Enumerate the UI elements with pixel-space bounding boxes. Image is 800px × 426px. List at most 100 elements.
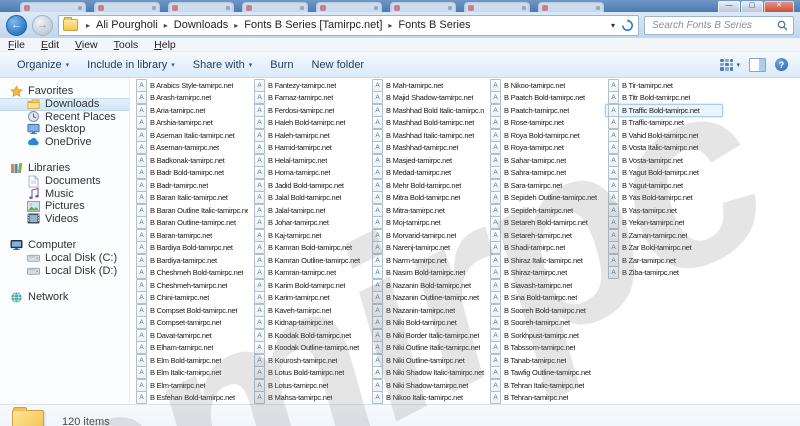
file-item[interactable]: B Aria-tamirpc.net xyxy=(133,104,251,117)
file-item[interactable]: B Yas Bold-tamirpc.net xyxy=(605,192,723,205)
file-item[interactable]: B Elm Italic-tamirpc.net xyxy=(133,367,251,380)
file-item[interactable]: B Paatch Bold-tamirpc.net xyxy=(487,92,605,105)
file-item[interactable]: B Narm-tamirpc.net xyxy=(369,254,487,267)
file-item[interactable]: B Sooreh Bold-tamirpc.net xyxy=(487,304,605,317)
file-item[interactable]: B Sahar-tamirpc.net xyxy=(487,154,605,167)
sidebar-item-pictures[interactable]: Pictures xyxy=(0,200,129,213)
file-item[interactable]: B Mah-tamirpc.net xyxy=(369,79,487,92)
file-item[interactable]: B Davat-tamirpc.net xyxy=(133,329,251,342)
file-item[interactable]: B Jalal Bold-tamirpc.net xyxy=(251,192,369,205)
file-item[interactable]: B Fantezy-tamirpc.net xyxy=(251,79,369,92)
menu-item-edit[interactable]: Edit xyxy=(41,39,59,51)
menu-item-tools[interactable]: Tools xyxy=(114,39,139,51)
file-item[interactable]: B Sorkhpust-tamirpc.net xyxy=(487,329,605,342)
file-item[interactable]: B Nazanin-tamirpc.net xyxy=(369,304,487,317)
file-item[interactable]: B Niki Outline-tamirpc.net xyxy=(369,354,487,367)
file-item[interactable]: B Yas-tamirpc.net xyxy=(605,204,723,217)
file-item[interactable]: B Helal-tamirpc.net xyxy=(251,154,369,167)
toolbar-button-organize[interactable]: Organize▾ xyxy=(8,56,78,74)
file-item[interactable]: B Sara-tamirpc.net xyxy=(487,179,605,192)
file-item[interactable]: B Tehran-tamirpc.net xyxy=(487,392,605,405)
file-item[interactable]: B Niki Shadow Italic-tamirpc.net xyxy=(369,367,487,380)
file-item[interactable]: B Roya-tamirpc.net xyxy=(487,142,605,155)
file-item[interactable]: B Roya Bold-tamirpc.net xyxy=(487,129,605,142)
file-item[interactable]: B Traffic-tamirpc.net xyxy=(605,117,723,130)
file-item[interactable]: B Arabics Style-tamirpc.net xyxy=(133,79,251,92)
file-item[interactable]: B Sahra-tamirpc.net xyxy=(487,167,605,180)
toolbar-button-new-folder[interactable]: New folder xyxy=(303,56,374,74)
sidebar-item-local-disk-d[interactable]: Local Disk (D:) xyxy=(0,265,129,278)
breadcrumb-segment[interactable]: Fonts B Series [Tamirpc.net] xyxy=(242,18,384,32)
file-item[interactable]: B Compset Bold-tamirpc.net xyxy=(133,304,251,317)
file-item[interactable]: B Mashhad Bold-tamirpc.net xyxy=(369,117,487,130)
menu-item-help[interactable]: Help xyxy=(154,39,176,51)
file-item[interactable]: B Koodak Outline-tamirpc.net xyxy=(251,342,369,355)
file-item[interactable]: B Vosta-tamirpc.net xyxy=(605,154,723,167)
help-button[interactable]: ? xyxy=(775,58,788,71)
file-item[interactable]: B Nazanin Bold-tamirpc.net xyxy=(369,279,487,292)
file-item[interactable]: B Baran Outline-tamirpc.net xyxy=(133,217,251,230)
file-item[interactable]: B Badr Bold-tamirpc.net xyxy=(133,167,251,180)
sidebar-item-music[interactable]: Music xyxy=(0,188,129,201)
breadcrumb-segment[interactable]: Ali Pourgholi xyxy=(94,18,160,32)
file-item[interactable]: B Mashhad Italic-tamirpc.net xyxy=(369,129,487,142)
file-item[interactable]: B Jadid Bold-tamirpc.net xyxy=(251,179,369,192)
sidebar-item-documents[interactable]: Documents xyxy=(0,175,129,188)
file-item[interactable]: B Bardiya-tamirpc.net xyxy=(133,254,251,267)
file-item[interactable]: B Baran-tamirpc.net xyxy=(133,229,251,242)
search-icon[interactable] xyxy=(777,20,788,31)
file-item[interactable]: B Kourosh-tamirpc.net xyxy=(251,354,369,367)
file-item[interactable]: B Narenj-tamirpc.net xyxy=(369,242,487,255)
sidebar-item-desktop[interactable]: Desktop xyxy=(0,123,129,136)
sidebar-item-network[interactable]: Network xyxy=(0,290,129,304)
file-item[interactable]: B Haleh-tamirpc.net xyxy=(251,129,369,142)
file-item[interactable]: B Cheshmeh-tamirpc.net xyxy=(133,279,251,292)
file-item[interactable]: B Nikoo-tamirpc.net xyxy=(487,79,605,92)
file-item[interactable]: B Kidnap-tamirpc.net xyxy=(251,317,369,330)
file-item[interactable]: B Arshia-tamirpc.net xyxy=(133,117,251,130)
file-item[interactable]: B Sepideh Outline-tamirpc.net xyxy=(487,192,605,205)
file-item[interactable]: B Johar-tamirpc.net xyxy=(251,217,369,230)
file-item[interactable]: B Tehran Italic-tamirpc.net xyxy=(487,379,605,392)
file-item[interactable]: B Nasim Bold-tamirpc.net xyxy=(369,267,487,280)
file-item[interactable]: B Jalal-tamirpc.net xyxy=(251,204,369,217)
file-item[interactable]: B Kamran Bold-tamirpc.net xyxy=(251,242,369,255)
file-item[interactable]: B Masjed-tamirpc.net xyxy=(369,154,487,167)
toolbar-button-include-in-library[interactable]: Include in library▾ xyxy=(78,56,184,74)
file-item[interactable]: B Setareh-tamirpc.net xyxy=(487,229,605,242)
file-item[interactable]: B Tawfig Outline-tamirpc.net xyxy=(487,367,605,380)
file-item[interactable]: B Cheshmeh Bold-tamirpc.net xyxy=(133,267,251,280)
address-dropdown-icon[interactable]: ▾ xyxy=(611,21,615,30)
file-item[interactable]: B Mahsa-tamirpc.net xyxy=(251,392,369,405)
sidebar-item-local-disk-c[interactable]: Local Disk (C:) xyxy=(0,252,129,265)
file-item[interactable]: B Majid Shadow-tamirpc.net xyxy=(369,92,487,105)
sidebar-item-onedrive[interactable]: OneDrive xyxy=(0,136,129,149)
file-item[interactable]: B Zar-tamirpc.net xyxy=(605,254,723,267)
file-item[interactable]: B Niki Outline Italic-tamirpc.net xyxy=(369,342,487,355)
file-item[interactable]: B Bardiya Bold-tamirpc.net xyxy=(133,242,251,255)
file-item[interactable]: B Niki Border Italic-tamirpc.net xyxy=(369,329,487,342)
file-item[interactable]: B Kaveh-tamirpc.net xyxy=(251,304,369,317)
menu-item-file[interactable]: File xyxy=(8,39,25,51)
file-item[interactable]: B Nikoo Italic-tamirpc.net xyxy=(369,392,487,405)
file-item[interactable]: B Tir-tamirpc.net xyxy=(605,79,723,92)
sidebar-item-favorites[interactable]: Favorites xyxy=(0,84,129,98)
file-item[interactable]: B Mashhad Bold Italic-tamirpc.net xyxy=(369,104,487,117)
file-item[interactable]: B Mashhad-tamirpc.net xyxy=(369,142,487,155)
file-item[interactable]: B Mehr Bold-tamirpc.net xyxy=(369,179,487,192)
file-item[interactable]: B Mitra Bold-tamirpc.net xyxy=(369,192,487,205)
search-input[interactable] xyxy=(650,19,777,32)
file-item[interactable]: B Lotus Bold-tamirpc.net xyxy=(251,367,369,380)
file-item[interactable]: B Badkonak-tamirpc.net xyxy=(133,154,251,167)
file-item[interactable]: B Aseman-tamirpc.net xyxy=(133,142,251,155)
sidebar-item-libraries[interactable]: Libraries xyxy=(0,161,129,175)
minimize-button[interactable]: — xyxy=(718,1,740,12)
file-item[interactable]: B Yagut-tamirpc.net xyxy=(605,179,723,192)
forward-button[interactable]: → xyxy=(32,15,53,36)
menu-item-view[interactable]: View xyxy=(75,39,98,51)
file-item[interactable]: B Compset-tamirpc.net xyxy=(133,317,251,330)
file-item[interactable]: B Zaman-tamirpc.net xyxy=(605,229,723,242)
file-item[interactable]: B Tanab-tamirpc.net xyxy=(487,354,605,367)
file-item[interactable]: B Shiraz Italic-tamirpc.net xyxy=(487,254,605,267)
file-item[interactable]: B Ziba-tamirpc.net xyxy=(605,267,723,280)
